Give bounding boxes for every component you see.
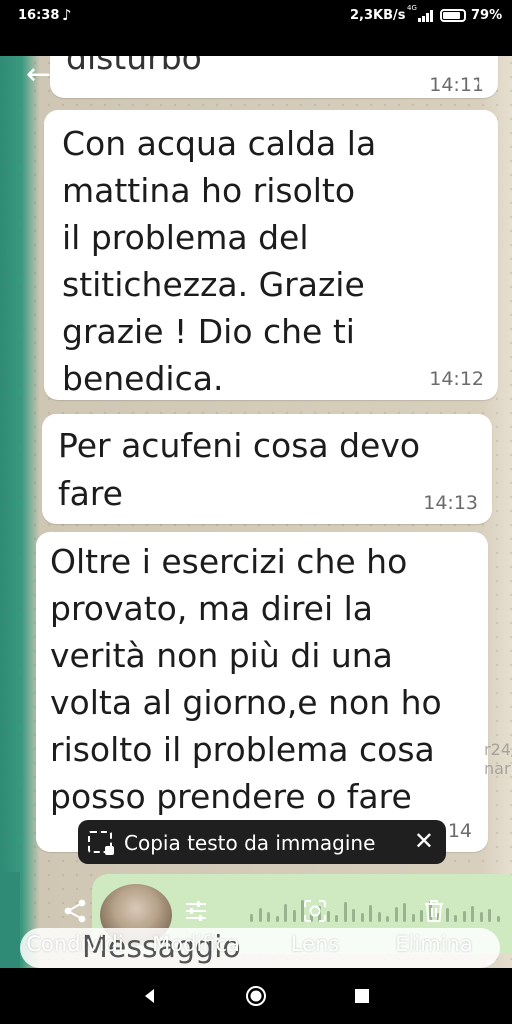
cast-icon[interactable]	[274, 62, 304, 88]
edit-button[interactable]: Modifica	[140, 886, 252, 956]
share-icon	[64, 899, 86, 923]
cloud-upload-icon[interactable]	[340, 62, 370, 88]
screenshot-viewer[interactable]: disturbo 14:11 ← Con acqua calda la matt…	[0, 56, 512, 968]
status-time: 16:38	[18, 8, 60, 23]
nav-recents-icon[interactable]	[350, 984, 374, 1008]
message-text: Oltre i esercizi che ho provato, ma dire…	[50, 542, 442, 816]
message-text: Con acqua calda la mattina ho risolto il…	[62, 124, 377, 398]
share-button[interactable]: Condividi	[20, 886, 130, 956]
arrow-left-icon[interactable]: ←	[26, 60, 51, 90]
message-bubble: Con acqua calda la mattina ho risolto il…	[44, 110, 498, 400]
sliders-icon	[186, 901, 206, 921]
watermark: r24/Ceer​nario2	[484, 740, 512, 778]
text-select-icon	[88, 831, 114, 855]
viewer-toolbar: ←	[0, 56, 512, 94]
close-icon[interactable]: ✕	[414, 827, 434, 855]
trash-icon	[425, 900, 443, 922]
nav-home-icon[interactable]	[244, 984, 268, 1008]
share-label: Condividi	[26, 932, 124, 956]
navigation-bar	[0, 968, 512, 1024]
delete-label: Elimina	[395, 932, 473, 956]
message-time: 14	[447, 820, 472, 842]
edit-label: Modifica	[152, 932, 240, 956]
message-bubble: Oltre i esercizi che ho provato, ma dire…	[36, 532, 488, 852]
message-bubble: Per acufeni cosa devo fare 14:13	[42, 414, 492, 524]
tiktok-icon: ♪	[62, 6, 72, 24]
network-type: 4G	[407, 4, 417, 12]
battery-icon	[440, 9, 466, 22]
lens-icon	[304, 900, 326, 922]
delete-button[interactable]: Elimina	[382, 886, 486, 956]
nav-back-icon[interactable]	[138, 984, 162, 1008]
status-bar: 16:38 ♪ 2,3KB/s 4G 79%	[0, 0, 512, 32]
lens-label: Lens	[290, 932, 340, 956]
more-vert-icon[interactable]	[466, 62, 486, 88]
signal-icon	[418, 10, 434, 22]
lens-button[interactable]: Lens	[270, 886, 360, 956]
copy-text-chip[interactable]: Copia testo da immagine ✕	[78, 820, 446, 864]
star-outline-icon[interactable]	[406, 62, 436, 88]
message-text: Per acufeni cosa devo fare	[58, 426, 421, 513]
network-speed: 2,3KB/s	[350, 8, 406, 23]
copy-text-label: Copia testo da immagine	[124, 831, 376, 855]
message-time: 14:12	[429, 368, 484, 390]
message-time: 14:13	[423, 492, 478, 514]
battery-percent: 79%	[471, 8, 503, 23]
action-bar: Condividi Modifica Lens Elimina	[0, 886, 512, 968]
